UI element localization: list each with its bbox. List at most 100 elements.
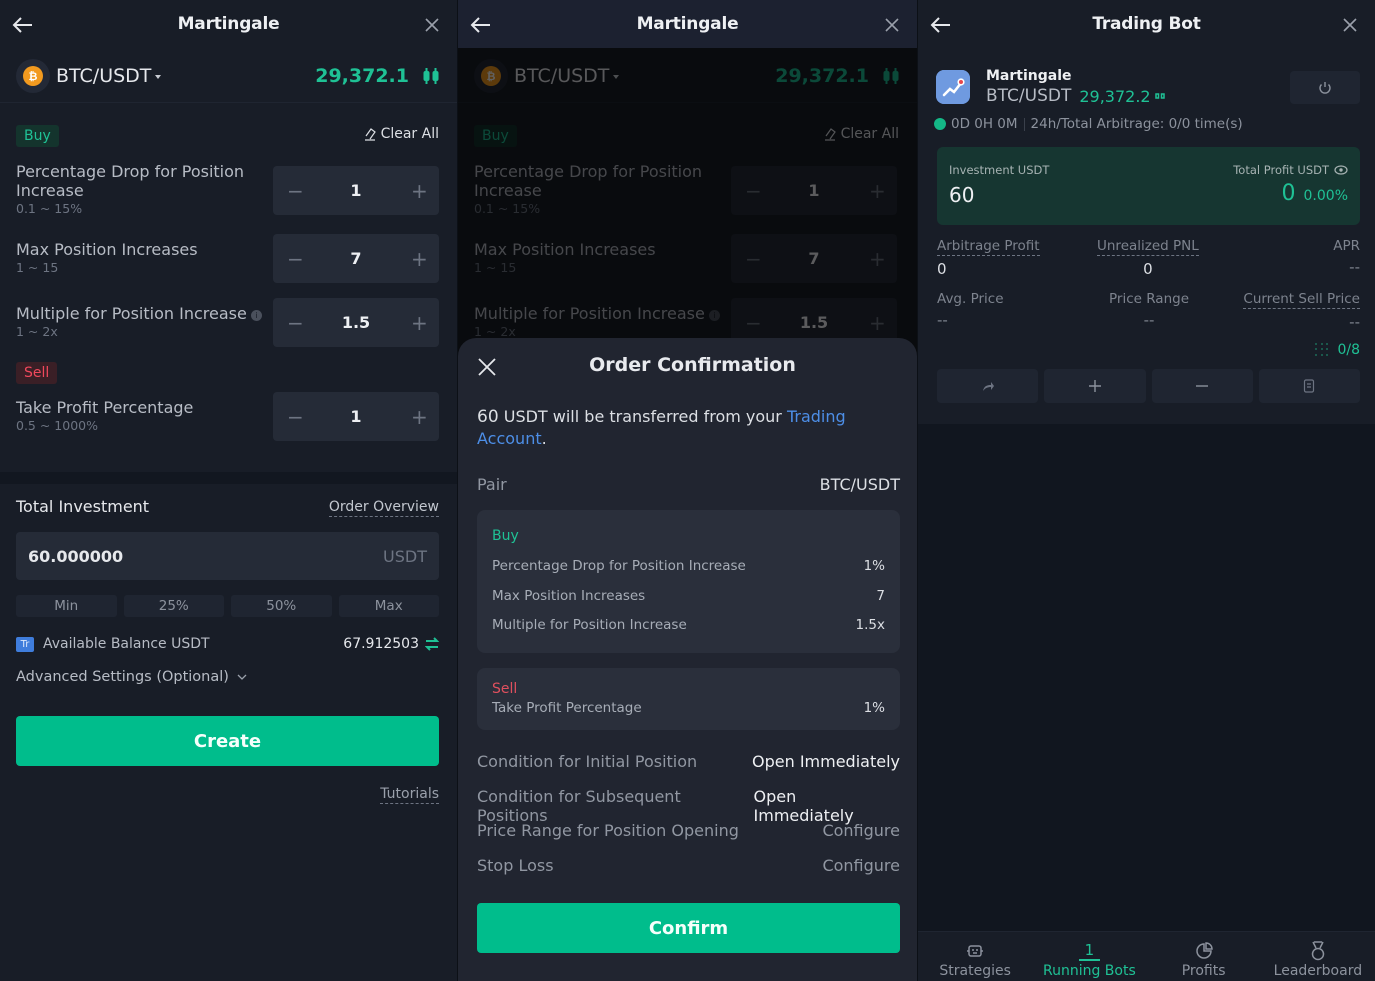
available-amount: 67.912503 xyxy=(343,636,419,652)
pair-name: BTC/USDT xyxy=(56,65,152,87)
max-increases-stepper[interactable]: − 7 + xyxy=(273,234,439,283)
param-percentage-drop: Percentage Drop for Position Increase 0.… xyxy=(16,162,245,216)
medal-icon xyxy=(1311,941,1325,961)
stepper-value[interactable]: 1 xyxy=(350,181,361,200)
param-max-increases: Max Position Increases 1 ~ 15 xyxy=(16,240,198,275)
eye-icon[interactable] xyxy=(1334,165,1348,175)
create-button[interactable]: Create xyxy=(16,716,439,766)
tab-strategies[interactable]: Strategies xyxy=(918,932,1032,981)
summary-row: Max Position Increases 7 xyxy=(492,588,885,604)
buy-summary-card: Buy Percentage Drop for Position Increas… xyxy=(477,510,900,653)
investment-input[interactable]: 60.000000 USDT xyxy=(16,532,439,580)
stat-price-range: Price Range -- xyxy=(1109,291,1190,329)
running-bots-count: 1 xyxy=(1078,941,1101,961)
create-bot-screen: Martingale ₿ BTC/USDT 29,372.1 Buy Clear… xyxy=(0,0,457,981)
order-overview-link[interactable]: Order Overview xyxy=(328,499,439,517)
configure-link[interactable]: Configure xyxy=(822,821,900,840)
run-status: 0D 0H 0M 24h/Total Arbitrage: 0/0 time(s… xyxy=(934,116,1243,132)
minus-button[interactable]: − xyxy=(287,247,304,271)
pair-row: Pair BTC/USDT xyxy=(477,475,900,494)
configure-link[interactable]: Configure xyxy=(822,856,900,875)
header: Martingale xyxy=(0,0,457,48)
share-button[interactable] xyxy=(937,369,1039,403)
stepper-value[interactable]: 1.5 xyxy=(342,313,370,332)
bottom-tab-bar: Strategies 1 Running Bots Profits Leader… xyxy=(918,931,1375,981)
condition-row: Price Range for Position Opening Configur… xyxy=(477,821,900,840)
plus-button[interactable]: + xyxy=(411,179,428,203)
plus-button[interactable]: + xyxy=(411,247,428,271)
details-button[interactable] xyxy=(1258,369,1360,403)
stat-arbitrage-profit: Arbitrage Profit 0 xyxy=(937,238,1040,278)
tab-profits[interactable]: Profits xyxy=(1147,932,1261,981)
plus-button[interactable]: + xyxy=(411,405,428,429)
minus-button[interactable]: − xyxy=(287,179,304,203)
tutorials-link[interactable]: Tutorials xyxy=(380,786,439,804)
preset-min-button[interactable]: Min xyxy=(16,595,117,617)
minus-button[interactable]: − xyxy=(287,311,304,335)
chevron-down-icon xyxy=(237,674,247,680)
power-icon xyxy=(1319,81,1331,94)
clear-all-button[interactable]: Clear All xyxy=(363,126,439,142)
minus-icon xyxy=(1196,385,1209,387)
arbitrage-count: 24h/Total Arbitrage: 0/0 time(s) xyxy=(1030,116,1243,132)
arrow-left-icon[interactable] xyxy=(470,14,492,36)
info-icon[interactable]: i xyxy=(250,310,262,321)
order-confirmation-sheet: Order Confirmation 60 USDT will be trans… xyxy=(458,338,917,981)
minus-button[interactable]: − xyxy=(287,405,304,429)
remove-funds-button[interactable] xyxy=(1151,369,1253,403)
tab-leaderboard[interactable]: Leaderboard xyxy=(1261,932,1375,981)
document-icon xyxy=(1304,379,1315,393)
param-take-profit: Take Profit Percentage 0.5 ~ 1000% xyxy=(16,398,194,433)
stop-bot-button[interactable] xyxy=(1290,71,1360,104)
page-title: Trading Bot xyxy=(1092,14,1201,34)
pie-chart-icon xyxy=(1195,942,1213,959)
condition-row: Stop Loss Configure xyxy=(477,856,900,875)
confirm-button[interactable]: Confirm xyxy=(477,903,900,953)
grid-icon xyxy=(1315,343,1329,357)
tab-running-bots[interactable]: 1 Running Bots xyxy=(1032,932,1146,981)
preset-25-button[interactable]: 25% xyxy=(123,595,224,617)
preset-50-button[interactable]: 50% xyxy=(231,595,332,617)
close-icon[interactable] xyxy=(425,18,439,32)
stepper-value[interactable]: 1 xyxy=(350,407,361,426)
header: Trading Bot xyxy=(918,0,1375,48)
close-icon[interactable] xyxy=(885,18,899,32)
page-title: Martingale xyxy=(177,14,280,34)
condition-row: Condition for Subsequent Positions Open I… xyxy=(477,787,854,825)
running-bot-card[interactable]: Martingale BTC/USDT 29,372.2 0D 0H 0M 24… xyxy=(918,48,1375,424)
stepper-value[interactable]: 7 xyxy=(350,249,361,268)
divider xyxy=(0,102,457,103)
transfer-icon[interactable] xyxy=(425,637,439,651)
stat-avg-price: Avg. Price -- xyxy=(937,291,1004,329)
buy-tag: Buy xyxy=(16,125,59,147)
investment-summary: Investment USDT 60 Total Profit USDT 0 0.… xyxy=(937,147,1360,225)
page-title: Martingale xyxy=(636,14,739,34)
total-profit: 0 0.00% xyxy=(1281,181,1348,206)
arrow-left-icon[interactable] xyxy=(930,14,952,36)
pair-selector[interactable]: ₿ BTC/USDT 29,372.1 xyxy=(16,56,439,96)
eraser-icon xyxy=(364,128,376,141)
summary-row: Multiple for Position Increase 1.5x xyxy=(492,617,885,633)
preset-buttons: Min 25% 50% Max xyxy=(16,595,439,617)
close-icon[interactable] xyxy=(1343,18,1357,32)
sell-tag: Sell xyxy=(16,362,58,384)
arrow-left-icon[interactable] xyxy=(12,14,34,36)
take-profit-stepper[interactable]: − 1 + xyxy=(273,392,439,441)
preset-max-button[interactable]: Max xyxy=(338,595,439,617)
plus-button[interactable]: + xyxy=(411,311,428,335)
plus-icon xyxy=(1088,380,1101,392)
stat-apr: APR -- xyxy=(1333,238,1360,276)
available-balance: Tr Available Balance USDT 67.912503 xyxy=(16,634,439,654)
add-funds-button[interactable] xyxy=(1044,369,1146,403)
bot-price: 29,372.2 xyxy=(1079,86,1151,106)
bot-pair: BTC/USDT 29,372.2 xyxy=(986,86,1165,106)
runtime: 0D 0H 0M xyxy=(951,116,1018,132)
advanced-settings-toggle[interactable]: Advanced Settings (Optional) xyxy=(16,669,247,685)
kline-chart-icon[interactable] xyxy=(423,67,439,85)
percentage-drop-stepper[interactable]: − 1 + xyxy=(273,166,439,215)
grid-count: 0/8 xyxy=(1315,342,1360,358)
martingale-bot-icon xyxy=(936,70,970,104)
investment-value: 60 xyxy=(949,183,975,207)
condition-row: Condition for Initial Position Open Immed… xyxy=(477,752,900,771)
multiple-stepper[interactable]: − 1.5 + xyxy=(273,298,439,347)
